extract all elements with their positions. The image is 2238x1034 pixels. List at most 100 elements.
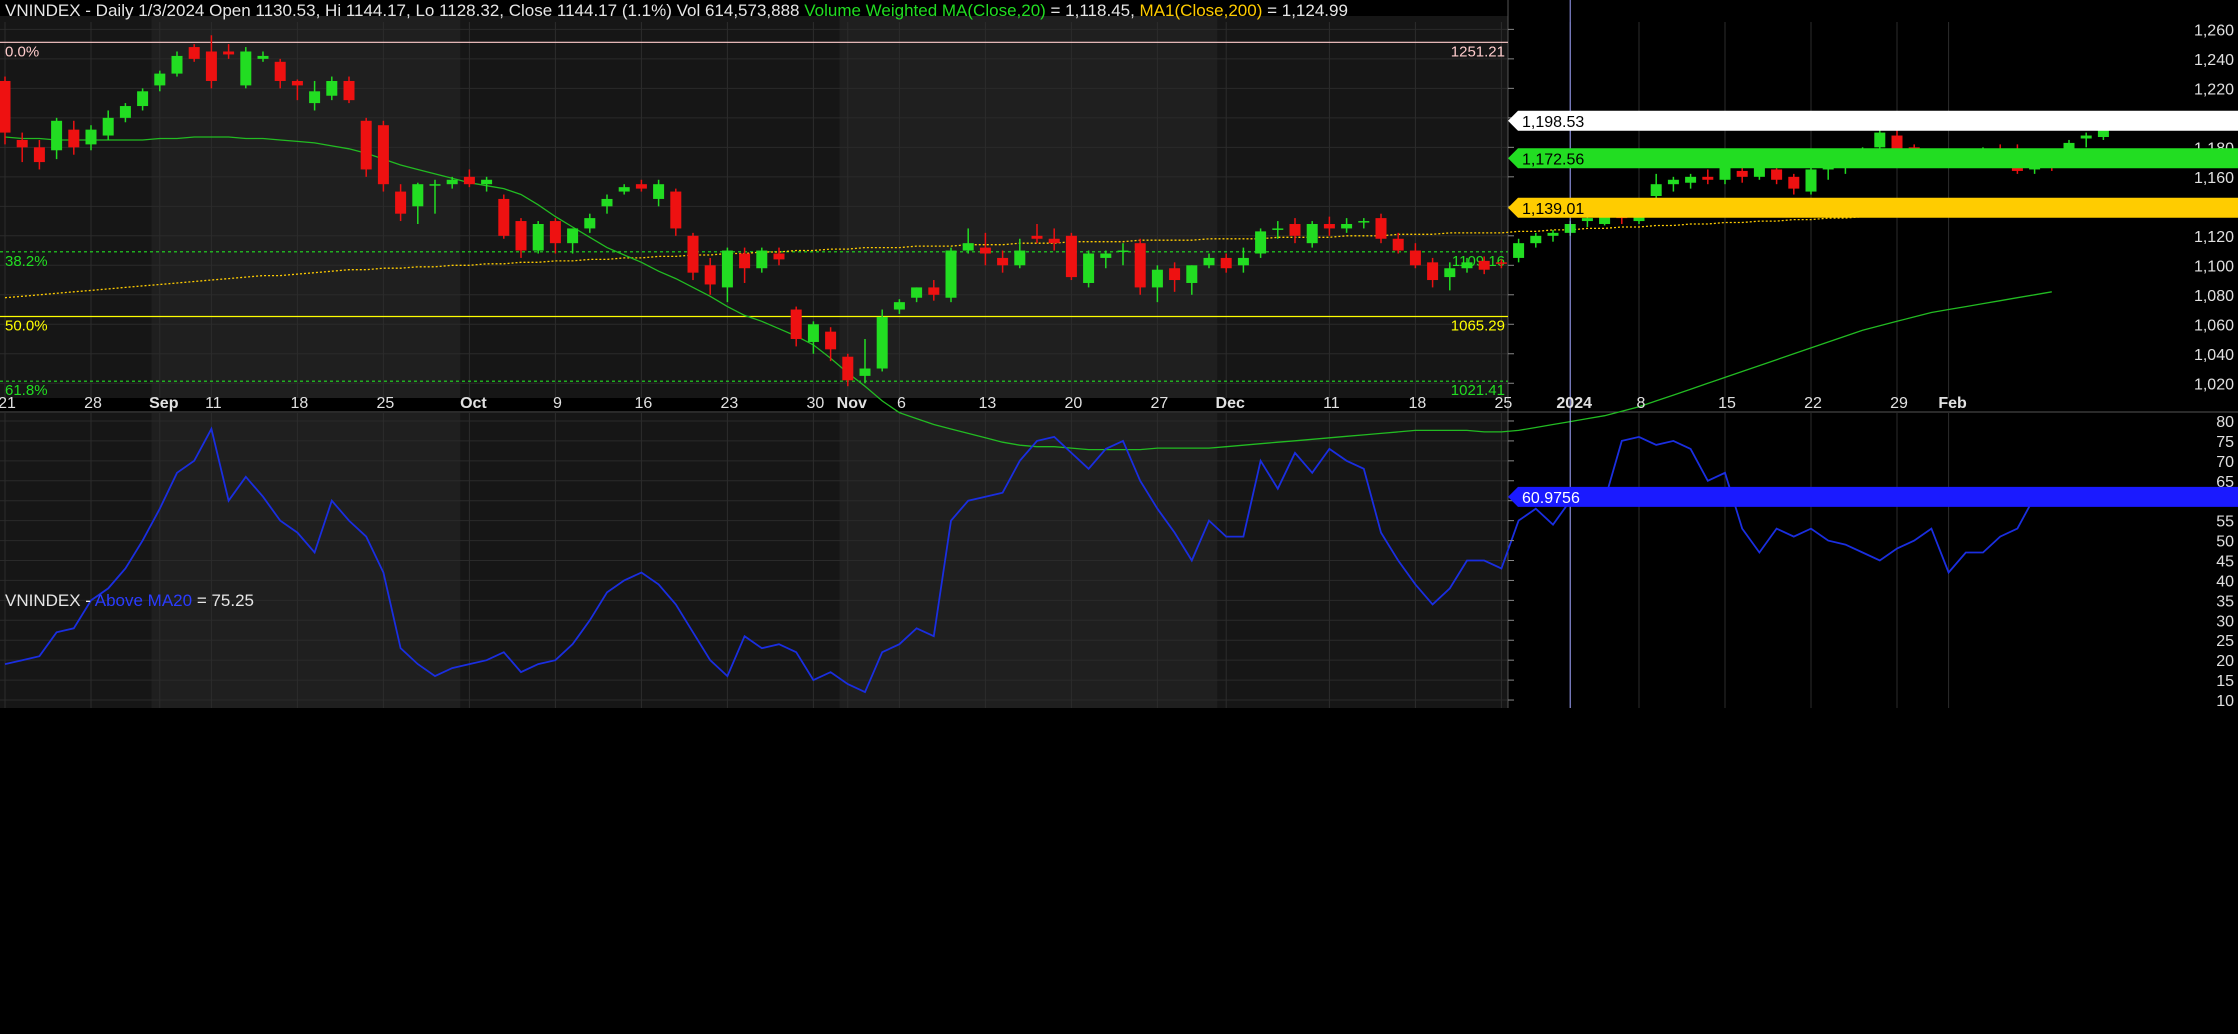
candle — [1065, 232, 1077, 281]
candle-body — [979, 247, 991, 254]
candle-body — [1203, 257, 1215, 266]
candle-body — [1409, 250, 1421, 266]
date-tick-label: 13 — [979, 395, 997, 412]
candle-body — [1358, 221, 1370, 223]
candle-body — [928, 287, 940, 295]
last-price-tag-text: 1,198.53 — [1522, 114, 1584, 131]
month-band — [1217, 16, 1508, 398]
candle-body — [343, 80, 355, 101]
candle-body — [997, 257, 1009, 266]
month-band — [460, 16, 840, 398]
candle-body — [1031, 235, 1043, 239]
candle-body — [446, 179, 458, 185]
date-tick-label: 11 — [205, 395, 222, 412]
candle-body — [498, 198, 510, 236]
candle-body — [395, 191, 407, 214]
candle-body — [1427, 262, 1439, 281]
ma20-label: Volume Weighted MA(Close,20) — [804, 1, 1046, 20]
candle-body — [515, 221, 527, 251]
candle-body — [429, 184, 441, 186]
candle-body — [154, 73, 166, 86]
candle-body — [1444, 268, 1456, 278]
date-tick-label: 18 — [1409, 395, 1427, 412]
candle-body — [739, 253, 751, 269]
candle-body — [1306, 224, 1318, 244]
ma20-tag-text: 1,172.56 — [1522, 151, 1584, 168]
candle — [377, 120, 389, 192]
candle-body — [291, 80, 303, 86]
candle-body — [1702, 176, 1714, 180]
date-tick-label: 20 — [1065, 395, 1083, 412]
candle-body — [1788, 176, 1800, 189]
candle-body — [240, 51, 252, 86]
date-tick-label: 22 — [1804, 395, 1822, 412]
month-band — [839, 16, 1218, 398]
symbol-label: VNINDEX — [5, 1, 81, 20]
candle-body — [1719, 166, 1731, 180]
candle-body — [102, 117, 114, 136]
candle-body — [1048, 238, 1060, 244]
candle-body — [635, 184, 647, 189]
candle-body — [893, 302, 905, 310]
breadth-tick-label: 45 — [2216, 554, 2234, 571]
fib-value: 1251.21 — [1451, 43, 1505, 60]
price-tick-label: 1,060 — [2194, 317, 2234, 334]
candle-body — [257, 55, 269, 59]
candle-body — [653, 184, 665, 199]
breadth-tick-label: 20 — [2216, 653, 2234, 670]
candle-body — [1530, 235, 1542, 244]
candle-body — [171, 55, 183, 74]
candle-body — [1513, 243, 1525, 258]
candle-body — [1169, 268, 1181, 281]
candle-body — [532, 224, 544, 251]
price-tick-label: 1,040 — [2194, 347, 2234, 364]
date-tick-label: 9 — [553, 395, 562, 412]
price-pane-header: VNINDEX - Daily 1/3/2024 Open 1130.53, H… — [5, 0, 1348, 22]
breadth-tick-label: 35 — [2216, 593, 2234, 610]
fib-value: 1065.29 — [1451, 317, 1505, 334]
candle-body — [1478, 260, 1490, 270]
ma200-tag-box — [1508, 197, 2238, 218]
candle-body — [618, 187, 630, 192]
candle — [1874, 129, 1886, 151]
candle-body — [274, 61, 286, 81]
date-tick-label: 18 — [291, 395, 309, 412]
breadth-tick-label: 40 — [2216, 573, 2234, 590]
date-tick-label: 6 — [897, 395, 906, 412]
candle-body — [119, 106, 131, 118]
date-tick-label: Oct — [460, 395, 487, 412]
candle-body — [842, 356, 854, 381]
candle-body — [1117, 250, 1129, 253]
ma20-value: = 1,118.45, — [1045, 1, 1140, 20]
candle-body — [1237, 257, 1249, 266]
breadth-tick-label: 50 — [2216, 534, 2234, 551]
candle-body — [1771, 169, 1783, 180]
candle-body — [16, 139, 28, 148]
candle-body — [51, 120, 63, 151]
date-tick-label: 28 — [84, 395, 102, 412]
breadth-tick-label: 75 — [2216, 434, 2234, 451]
candle-body — [481, 179, 493, 185]
breadth-tag: 60.9756 — [1508, 486, 2238, 507]
indicator-sep: - — [80, 591, 95, 610]
breadth-tick-label: 10 — [2216, 693, 2234, 710]
date-tick-label: 25 — [1495, 395, 1513, 412]
candle-body — [1461, 262, 1473, 269]
month-band — [0, 16, 152, 398]
candle-body — [309, 91, 321, 104]
date-tick-label: 30 — [807, 395, 825, 412]
date-tick-label: Feb — [1938, 395, 1967, 412]
ohlc-info: - Daily 1/3/2024 Open 1130.53, Hi 1144.1… — [80, 1, 805, 20]
candle-body — [1685, 176, 1697, 183]
candle-body — [721, 250, 733, 288]
chart-canvas[interactable]: 0.0% 1251.2138.2% 1109.1650.0% 1065.2961.8%… — [0, 0, 2238, 1034]
candle-body — [85, 129, 97, 145]
indicator-value: = 75.25 — [192, 591, 255, 610]
date-tick-label: 15 — [1718, 395, 1736, 412]
fib-value: 1109.16 — [1452, 253, 1505, 270]
price-tick-label: 1,160 — [2194, 170, 2234, 187]
candle-body — [704, 265, 716, 285]
candle-body — [1736, 170, 1748, 177]
indicator-name: Above MA20 — [94, 591, 193, 610]
candle — [945, 247, 957, 303]
